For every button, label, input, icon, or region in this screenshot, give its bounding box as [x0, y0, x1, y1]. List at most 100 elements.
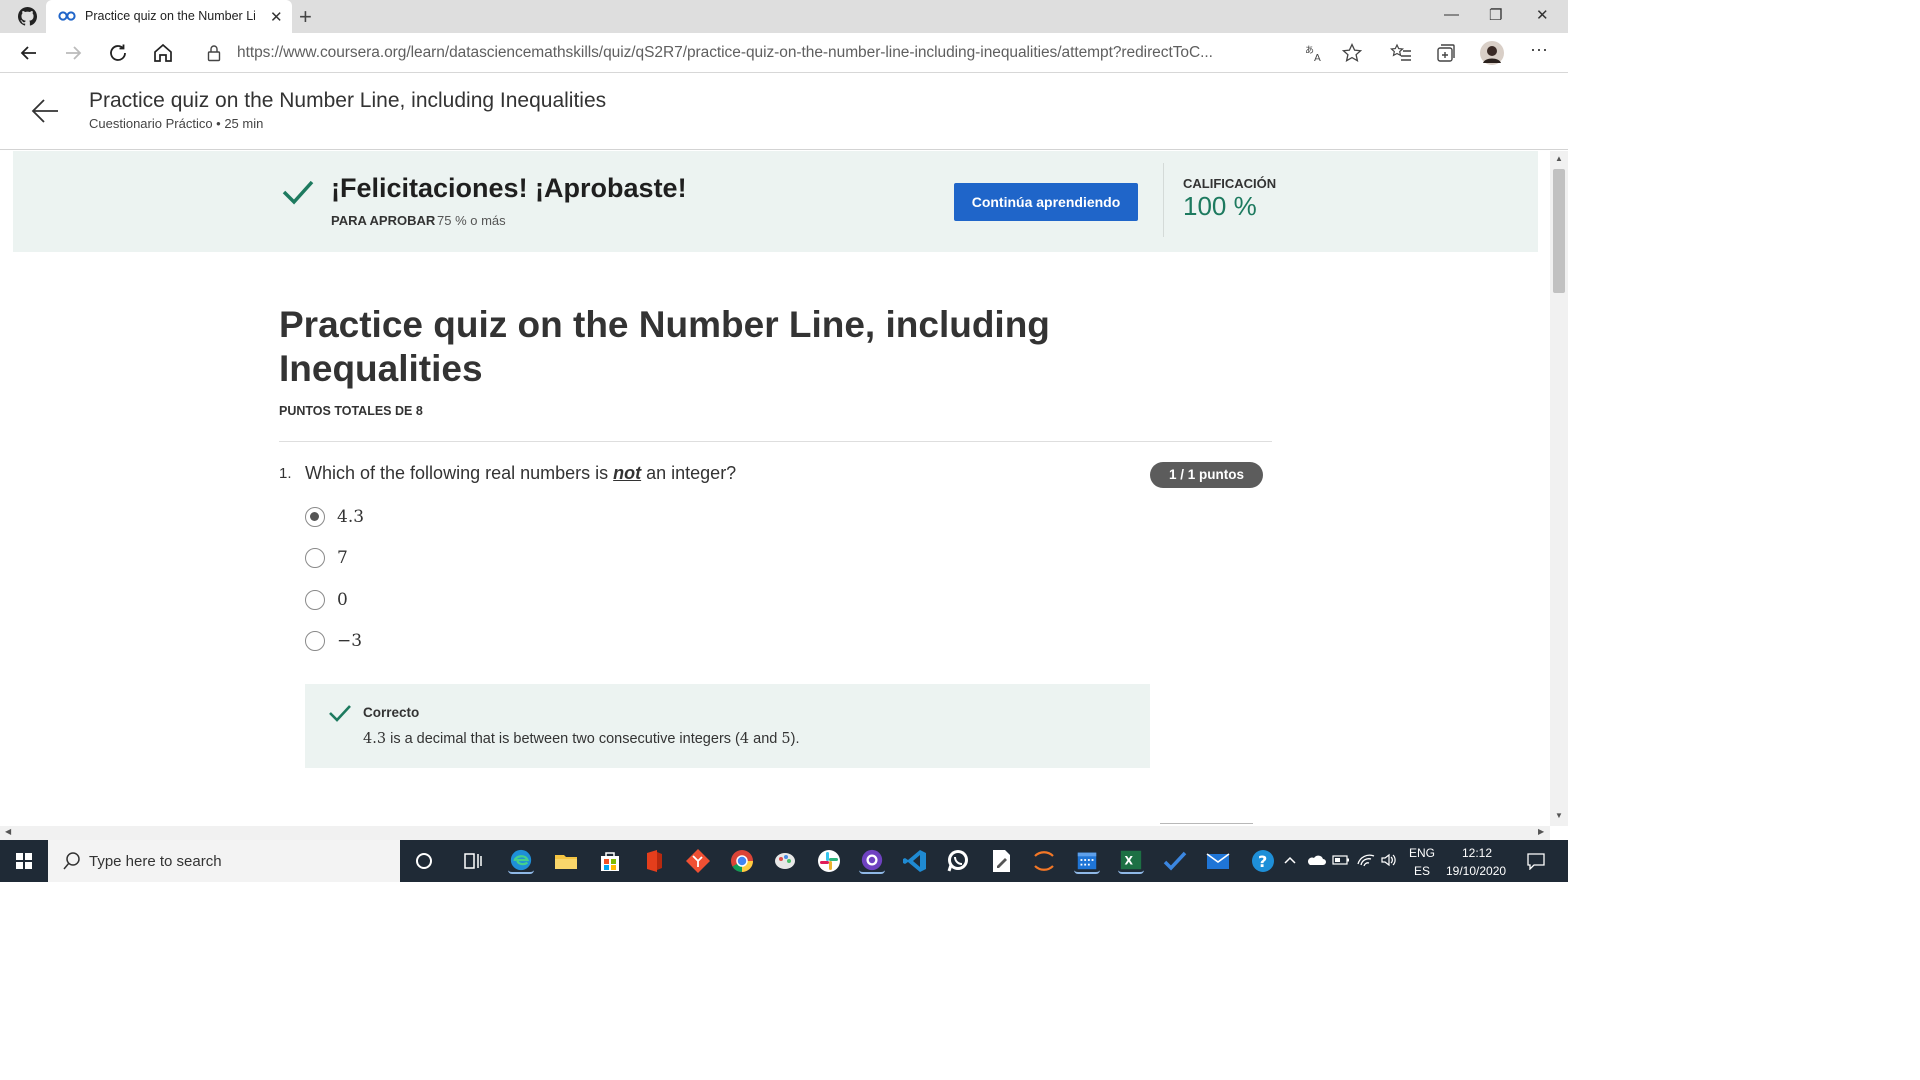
total-points: PUNTOS TOTALES DE 8 [279, 404, 423, 418]
forward-icon[interactable] [61, 41, 85, 65]
excel-icon[interactable]: X [1118, 848, 1144, 874]
wifi-icon[interactable] [1357, 852, 1375, 868]
profile-avatar[interactable] [1480, 41, 1504, 65]
answer-option-label: 0 [337, 590, 348, 610]
grade-value: 100 % [1183, 191, 1257, 221]
help-icon[interactable]: ? [1250, 848, 1276, 874]
feedback-text-part: and [749, 731, 782, 747]
scroll-right-icon[interactable]: ▶ [1538, 827, 1544, 836]
favorites-list-icon[interactable] [1390, 42, 1412, 64]
keyboard-layout[interactable]: ES [1414, 864, 1430, 878]
windows-start-icon[interactable] [0, 840, 48, 882]
jupyter-icon[interactable] [1031, 848, 1057, 874]
check-icon [282, 180, 314, 205]
whatsapp-icon[interactable] [945, 848, 971, 874]
check-icon [329, 705, 351, 722]
todo-icon[interactable] [1162, 848, 1188, 874]
points-badge: 1 / 1 puntos [1150, 462, 1263, 488]
quiz-page: ¡Felicitaciones! ¡Aprobaste! PARA APROBA… [0, 151, 1550, 826]
vscode-icon[interactable] [902, 848, 928, 874]
new-tab-button[interactable]: + [299, 4, 312, 30]
github-desktop-icon[interactable] [859, 848, 885, 874]
translate-icon[interactable]: あA [1304, 42, 1326, 64]
tab-close-icon[interactable]: ✕ [270, 8, 283, 26]
minimize-button[interactable]: — [1444, 6, 1459, 23]
github-icon[interactable] [18, 7, 37, 26]
document-editor-icon[interactable] [988, 848, 1014, 874]
collections-icon[interactable] [1435, 42, 1457, 64]
banner-divider [1163, 163, 1164, 237]
quiz-title: Practice quiz on the Number Line, includ… [279, 304, 1050, 389]
search-icon [63, 852, 80, 870]
taskbar-search-box[interactable]: Type here to search [48, 840, 400, 882]
onedrive-icon[interactable] [1306, 853, 1326, 867]
feedback-value: 4.3 [363, 731, 387, 747]
store-icon[interactable] [597, 848, 623, 874]
chrome-icon[interactable] [729, 848, 755, 874]
task-view-icon[interactable] [460, 848, 486, 874]
refresh-icon[interactable] [106, 41, 130, 65]
back-icon[interactable] [17, 41, 41, 65]
pass-label: PARA APROBAR [331, 213, 436, 228]
browser-tab-active[interactable]: Practice quiz on the Number Line, includ… [46, 0, 292, 33]
svg-text:あ: あ [1305, 45, 1314, 56]
more-menu-button[interactable]: ··· [1530, 39, 1548, 60]
radio-button-selected[interactable] [305, 507, 325, 527]
svg-text:A: A [1314, 53, 1321, 64]
browser-toolbar: https://www.coursera.org/learn/datascien… [0, 33, 1568, 73]
back-arrow-icon[interactable] [30, 97, 60, 125]
feedback-number: 5 [781, 731, 791, 747]
feedback-box: Correcto 4.3 is a decimal that is betwee… [305, 684, 1150, 768]
file-explorer-icon[interactable] [553, 848, 579, 874]
windows-taskbar: Type here to search X ? ENG ES 12:12 19/… [0, 840, 1568, 882]
cortana-icon[interactable] [411, 848, 437, 874]
vertical-scrollbar[interactable]: ▲ ▼ [1550, 151, 1568, 826]
svg-text:?: ? [1258, 852, 1267, 871]
slack-icon[interactable] [816, 848, 842, 874]
close-window-button[interactable]: ✕ [1536, 6, 1549, 24]
question-number: 1. [279, 465, 292, 482]
chevron-up-icon[interactable] [1283, 854, 1297, 866]
horizontal-scrollbar[interactable]: ◀ ▶ [0, 826, 1550, 840]
radio-button[interactable] [305, 548, 325, 568]
banner-title: ¡Felicitaciones! ¡Aprobaste! [331, 173, 687, 203]
feedback-text: 4.3 is a decimal that is between two con… [363, 731, 799, 747]
feedback-text-part: ). [790, 731, 800, 747]
calendar-icon[interactable] [1074, 848, 1100, 874]
answer-option-label: −3 [337, 631, 363, 651]
battery-icon[interactable] [1332, 854, 1350, 866]
office-icon[interactable] [641, 848, 667, 874]
header-title: Practice quiz on the Number Line, includ… [89, 89, 607, 112]
notification-icon[interactable] [1526, 852, 1546, 870]
input-language[interactable]: ENG [1409, 846, 1435, 860]
paint-icon[interactable] [772, 848, 798, 874]
continue-learning-button[interactable]: Continúa aprendiendo [954, 183, 1138, 221]
pass-banner: ¡Felicitaciones! ¡Aprobaste! PARA APROBA… [13, 151, 1538, 252]
scroll-left-icon[interactable]: ◀ [5, 827, 11, 836]
scrollbar-thumb[interactable] [1553, 169, 1565, 293]
favorite-star-icon[interactable] [1341, 42, 1363, 64]
lock-icon[interactable] [207, 44, 221, 62]
address-bar[interactable]: https://www.coursera.org/learn/datascien… [193, 37, 1373, 69]
edge-browser-icon[interactable] [508, 848, 534, 874]
grade-label: CALIFICACIÓN [1183, 176, 1277, 191]
volume-icon[interactable] [1380, 852, 1398, 868]
home-icon[interactable] [151, 41, 175, 65]
clock-time[interactable]: 12:12 [1462, 846, 1492, 860]
coursera-favicon-icon [58, 11, 76, 21]
git-icon[interactable] [685, 848, 711, 874]
radio-button[interactable] [305, 590, 325, 610]
scroll-down-icon[interactable]: ▼ [1555, 811, 1563, 820]
scroll-up-icon[interactable]: ▲ [1555, 154, 1563, 163]
browser-tab-strip: Practice quiz on the Number Line, includ… [0, 0, 1568, 33]
radio-button[interactable] [305, 631, 325, 651]
restore-button[interactable]: ❐ [1489, 6, 1502, 24]
course-header: Practice quiz on the Number Line, includ… [0, 73, 1568, 150]
url-text[interactable]: https://www.coursera.org/learn/datascien… [237, 44, 1213, 62]
mail-icon[interactable] [1205, 848, 1231, 874]
feedback-title: Correcto [363, 705, 420, 720]
answer-option-label: 4.3 [337, 507, 365, 527]
feedback-text-part: is a decimal that is between two consecu… [386, 731, 740, 747]
clock-date[interactable]: 19/10/2020 [1446, 864, 1506, 878]
divider [279, 441, 1272, 442]
